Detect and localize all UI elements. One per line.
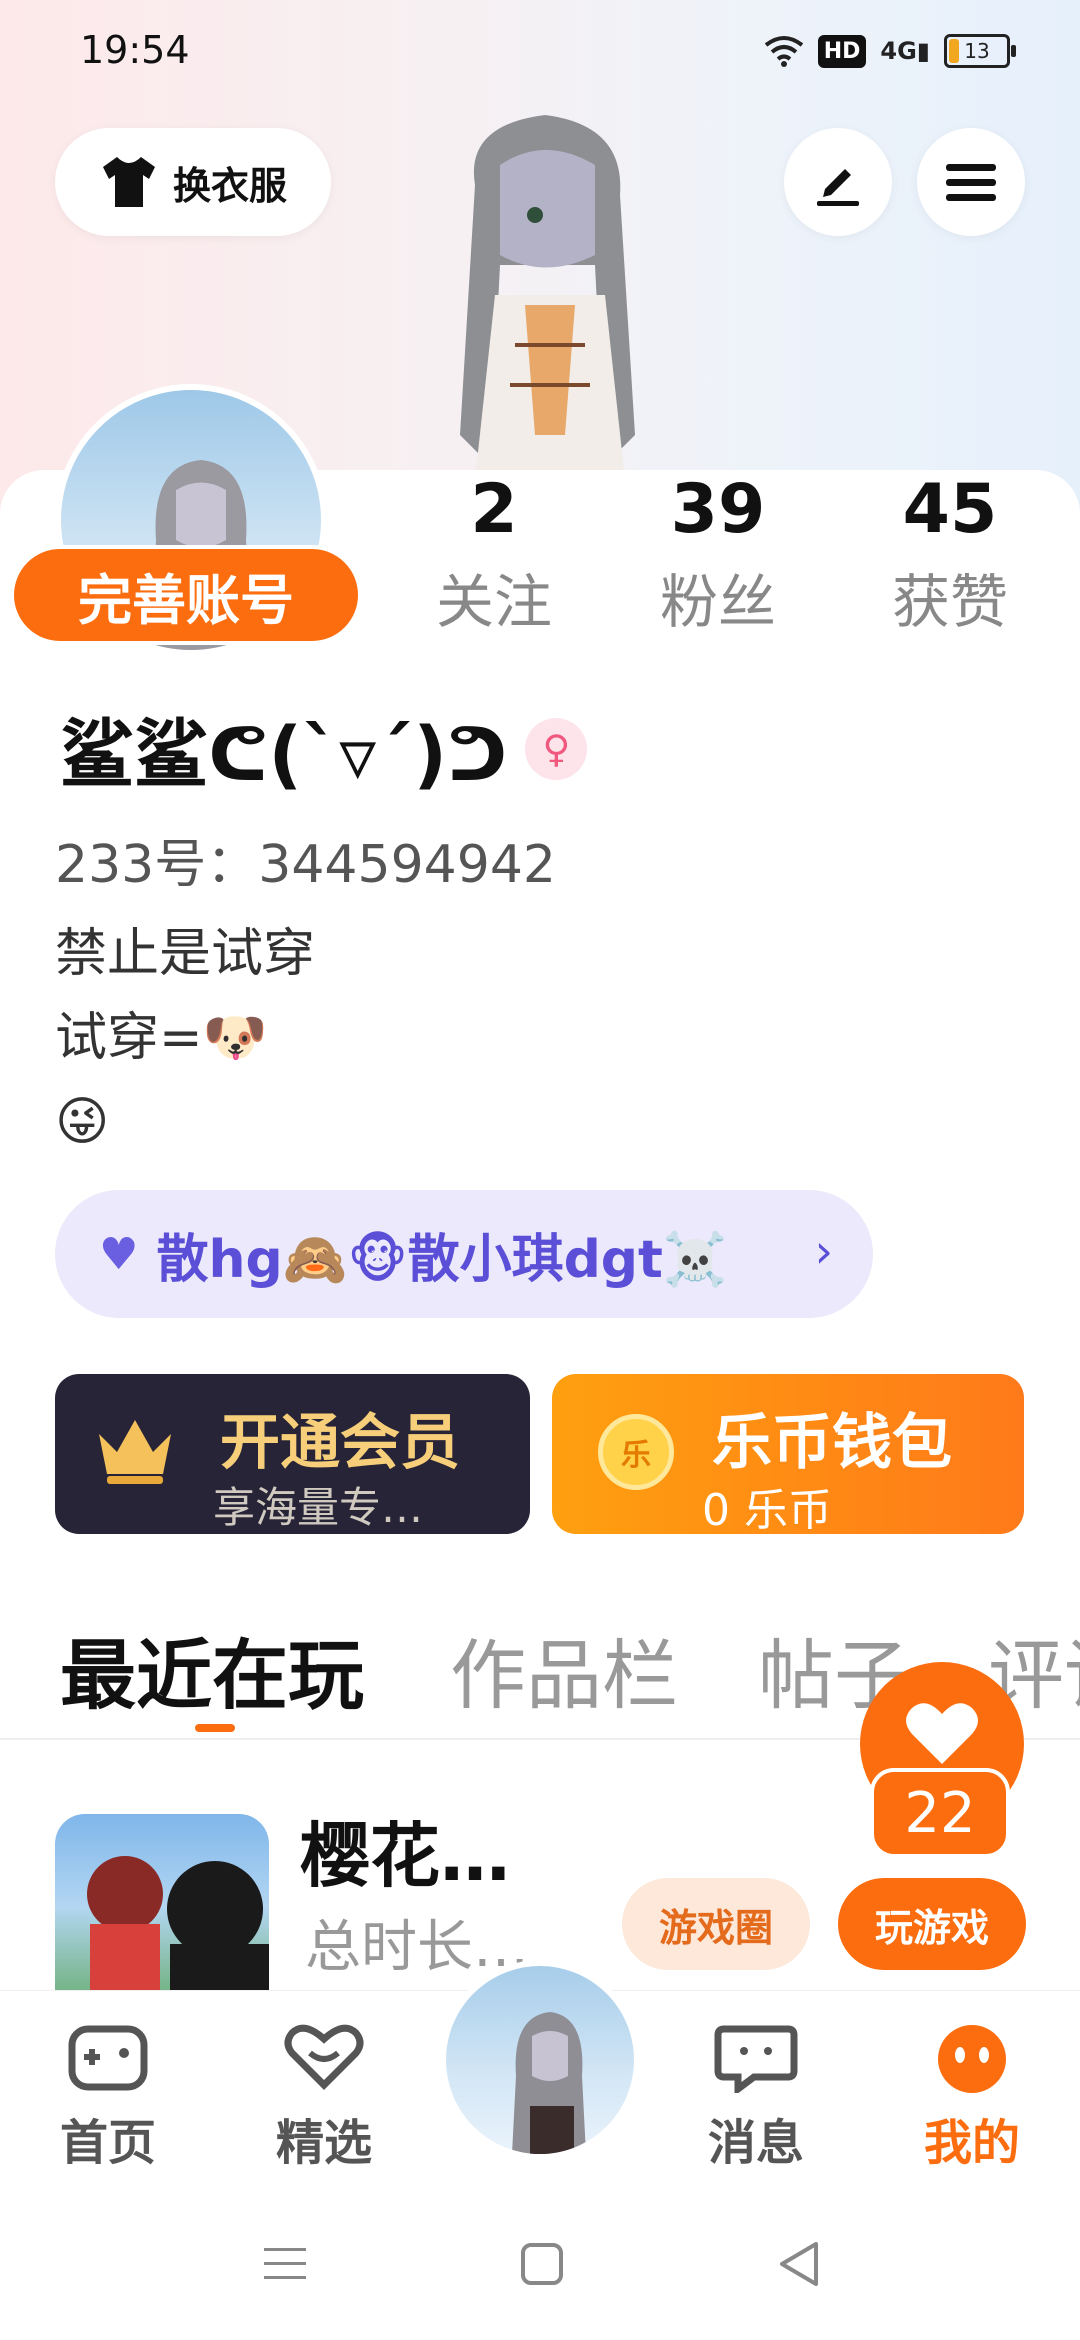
chat-icon — [714, 2025, 798, 2096]
nav-featured-label: 精选 — [275, 2115, 372, 2171]
nav-me[interactable]: 我的 — [892, 2021, 1052, 2173]
status-icons: HD 4G▮ 13 — [764, 34, 1016, 68]
back-icon[interactable] — [776, 2240, 820, 2288]
play-game-button[interactable]: 玩游戏 — [838, 1878, 1026, 1970]
dress-up-button[interactable]: 换衣服 — [55, 128, 331, 236]
female-icon: ♀ — [525, 717, 588, 780]
battery-icon: 13 — [944, 34, 1016, 68]
user-id: 233号：344594942 — [55, 835, 557, 895]
fans-count: 39 — [670, 470, 766, 549]
home-icon[interactable] — [520, 2242, 564, 2286]
nav-messages[interactable]: 消息 — [676, 2021, 836, 2173]
coin-icon: 乐 — [598, 1414, 674, 1490]
nickname-row: 鲨鲨ᕦ(ˋ▿ˊ)ᕤ ♀ — [60, 695, 588, 802]
nav-home[interactable]: 首页 — [28, 2021, 188, 2173]
vip-subtitle: 享海量专… — [213, 1483, 424, 1532]
wallet-card[interactable]: 乐 乐币钱包 0 乐币 — [552, 1374, 1024, 1536]
game-icon[interactable] — [55, 1814, 269, 2000]
likes-label: 获赞 — [891, 568, 1008, 636]
signal-label: 4G — [880, 37, 917, 65]
fan-group-pill[interactable]: ♥ 散hg🙈🐵散小琪dgt☠️ › — [55, 1190, 873, 1318]
status-bar: 19:54 HD 4G▮ 13 — [0, 0, 1080, 100]
status-time: 19:54 — [80, 28, 190, 72]
signal-icon: 4G▮ — [880, 37, 930, 65]
tab-indicator — [195, 1724, 235, 1732]
heart-icon: ♥ — [99, 1228, 139, 1280]
following-label: 关注 — [435, 568, 552, 636]
battery-level: 13 — [964, 39, 990, 63]
wifi-icon — [764, 36, 803, 67]
dress-up-label: 换衣服 — [172, 163, 287, 208]
following-count: 2 — [470, 470, 518, 549]
edit-button[interactable] — [784, 128, 892, 236]
stat-fans[interactable]: 39 粉丝 — [618, 470, 818, 642]
complete-account-button[interactable]: 完善账号 — [10, 545, 362, 645]
fans-label: 粉丝 — [659, 568, 776, 636]
nav-featured[interactable]: 精选 — [244, 2021, 404, 2173]
wallet-balance: 0 乐币 — [702, 1485, 832, 1536]
recent-apps-icon[interactable] — [262, 2244, 308, 2284]
hd-badge: HD — [817, 34, 867, 68]
nav-messages-label: 消息 — [707, 2115, 804, 2171]
heart-chat-icon — [284, 2024, 364, 2090]
menu-button[interactable] — [917, 128, 1025, 236]
avatar-character-image[interactable] — [405, 105, 695, 480]
vip-title: 开通会员 — [220, 1408, 460, 1478]
stat-likes[interactable]: 45 获赞 — [850, 470, 1050, 642]
fan-group-text: 散hg🙈🐵散小琪dgt☠️ — [156, 1229, 728, 1290]
likes-count: 45 — [902, 470, 998, 549]
nav-me-label: 我的 — [923, 2115, 1020, 2171]
game-title: 樱花… — [300, 1815, 510, 1897]
nav-center-avatar[interactable] — [440, 1960, 640, 2160]
system-navigation-bar — [0, 2190, 1080, 2340]
chevron-right-icon: › — [814, 1224, 833, 1278]
stat-following[interactable]: 2 关注 — [394, 470, 594, 642]
crown-icon — [99, 1420, 171, 1484]
tshirt-icon — [102, 157, 155, 207]
vip-card[interactable]: 开通会员 享海量专… — [55, 1374, 530, 1534]
profile-face-icon — [938, 2025, 1006, 2093]
pen-icon — [817, 169, 859, 206]
menu-icon — [946, 164, 996, 201]
wallet-title: 乐币钱包 — [712, 1408, 952, 1478]
nav-home-label: 首页 — [59, 2115, 156, 2171]
bio-text: 禁止是试穿 试穿=🐶 😜 — [55, 924, 316, 1152]
nickname: 鲨鲨ᕦ(ˋ▿ˊ)ᕤ — [60, 712, 508, 798]
tab-works[interactable]: 作品栏 — [450, 1614, 678, 1724]
tab-recently-played[interactable]: 最近在玩 — [60, 1614, 364, 1724]
gamepad-icon — [68, 2025, 148, 2091]
game-circle-button[interactable]: 游戏圈 — [622, 1878, 810, 1970]
center-avatar-image — [512, 2012, 586, 2154]
like-count: 22 — [870, 1768, 1010, 1858]
